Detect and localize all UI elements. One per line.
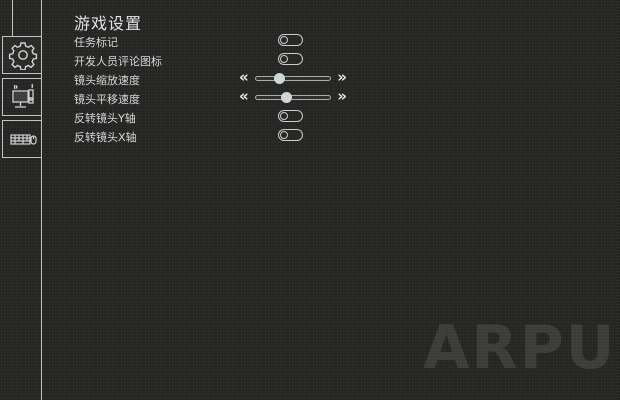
toggle-knob xyxy=(280,131,288,139)
setting-row-quest-markers: 任务标记 xyxy=(74,32,374,51)
slider-track[interactable] xyxy=(255,95,331,100)
decrease-arrow-icon[interactable]: « xyxy=(239,88,249,105)
toggle-knob xyxy=(280,112,288,120)
developer-commentary-toggle[interactable] xyxy=(278,53,303,65)
tab-display-audio[interactable] xyxy=(2,78,42,116)
gear-icon xyxy=(8,40,38,70)
setting-row-invert-camera-y: 反转镜头Y轴 xyxy=(74,108,374,127)
slider-thumb[interactable] xyxy=(281,92,293,103)
tab-game-settings[interactable] xyxy=(2,36,42,74)
slider-thumb[interactable] xyxy=(274,73,286,84)
decrease-arrow-icon[interactable]: « xyxy=(239,69,249,86)
rail-divider xyxy=(0,0,13,37)
increase-arrow-icon[interactable]: » xyxy=(337,69,347,86)
game-settings-screen: 游戏设置 任务标记 开发人员评论图标 镜头缩放速度 « » 镜头平移速度 « »… xyxy=(0,0,620,400)
setting-label: 镜头平移速度 xyxy=(74,93,140,106)
setting-row-developer-commentary: 开发人员评论图标 xyxy=(74,51,374,70)
quest-markers-toggle[interactable] xyxy=(278,34,303,46)
keyboard-mouse-icon xyxy=(8,124,38,154)
setting-row-camera-pan-speed: 镜头平移速度 « » xyxy=(74,88,374,108)
settings-list: 任务标记 开发人员评论图标 镜头缩放速度 « » 镜头平移速度 « » 反转镜头… xyxy=(74,32,374,146)
setting-row-invert-camera-x: 反转镜头X轴 xyxy=(74,127,374,146)
toggle-knob xyxy=(280,36,288,44)
increase-arrow-icon[interactable]: » xyxy=(337,88,347,105)
watermark-logo: ARPUN xyxy=(423,313,620,383)
category-rail xyxy=(0,0,42,400)
slider-track[interactable] xyxy=(255,76,331,81)
toggle-knob xyxy=(280,55,288,63)
invert-camera-x-toggle[interactable] xyxy=(278,129,303,141)
camera-zoom-speed-slider[interactable]: « » xyxy=(239,69,347,87)
page-title: 游戏设置 xyxy=(74,14,143,33)
setting-label: 任务标记 xyxy=(74,36,118,49)
setting-label: 反转镜头Y轴 xyxy=(74,112,136,125)
setting-label: 镜头缩放速度 xyxy=(74,74,140,87)
monitor-speaker-icon xyxy=(8,82,38,112)
setting-label: 反转镜头X轴 xyxy=(74,131,137,144)
setting-label: 开发人员评论图标 xyxy=(74,55,162,68)
camera-pan-speed-slider[interactable]: « » xyxy=(239,88,347,106)
invert-camera-y-toggle[interactable] xyxy=(278,110,303,122)
setting-row-camera-zoom-speed: 镜头缩放速度 « » xyxy=(74,69,374,89)
tab-controls[interactable] xyxy=(2,120,42,158)
